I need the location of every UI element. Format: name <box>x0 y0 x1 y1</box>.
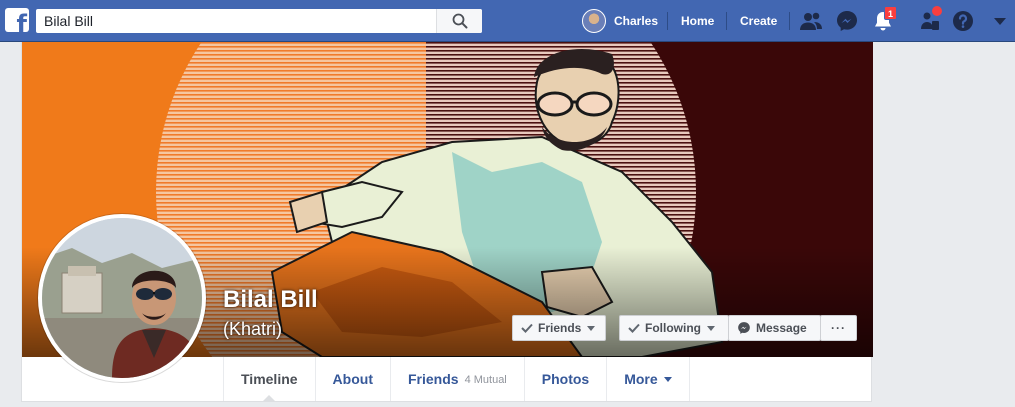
tab-photos[interactable]: Photos <box>525 357 608 401</box>
friends-button-label: Friends <box>538 321 582 335</box>
tab-more[interactable]: More <box>607 357 690 401</box>
nav-home-link[interactable]: Home <box>681 14 714 28</box>
nav-user-name: Charles <box>614 14 659 28</box>
profile-header-card: Bilal Bill (Khatri) Friends Following Me… <box>21 42 873 402</box>
tab-timeline-label: Timeline <box>241 371 298 387</box>
message-button[interactable]: Message <box>728 315 821 341</box>
following-button[interactable]: Following <box>619 315 729 341</box>
check-icon <box>628 323 640 333</box>
friend-requests-icon[interactable] <box>799 9 823 33</box>
avatar <box>582 9 606 33</box>
notifications-badge: 1 <box>884 6 897 20</box>
search-input[interactable] <box>36 9 436 33</box>
profile-tabs: Timeline About Friends 4 Mutual Photos M… <box>223 357 690 402</box>
search-box <box>36 9 482 33</box>
messenger-icon[interactable] <box>835 9 859 33</box>
profile-name: Bilal Bill <box>223 286 318 313</box>
caret-down-icon <box>707 325 715 331</box>
profile-alternate-name: (Khatri) <box>223 319 283 339</box>
check-icon <box>521 323 533 333</box>
nav-profile-link[interactable]: Charles <box>582 8 658 34</box>
friends-button[interactable]: Friends <box>512 315 606 341</box>
tab-friends-label: Friends <box>407 371 459 387</box>
message-button-label: Message <box>756 321 807 335</box>
profile-picture[interactable] <box>38 214 206 382</box>
top-navigation-bar: f Charles Home Create 1 <box>0 0 1015 42</box>
following-button-label: Following <box>645 321 701 335</box>
profile-photo <box>42 218 202 378</box>
tab-more-label: More <box>624 371 658 387</box>
tab-photos-label: Photos <box>541 371 590 387</box>
caret-down-icon[interactable] <box>988 9 1012 33</box>
search-button[interactable] <box>436 9 482 33</box>
facebook-logo-icon[interactable]: f <box>5 8 29 32</box>
nav-divider <box>726 12 727 30</box>
messenger-small-icon <box>738 322 750 334</box>
quick-help-dot <box>932 6 942 16</box>
nav-create-link[interactable]: Create <box>740 14 777 28</box>
tab-about-label: About <box>332 371 373 387</box>
tab-friends[interactable]: Friends 4 Mutual <box>391 357 525 401</box>
mutual-friends-count: 4 Mutual <box>464 374 507 386</box>
tab-about[interactable]: About <box>316 357 391 401</box>
caret-down-icon <box>663 376 672 382</box>
more-options-label: ··· <box>831 321 846 335</box>
nav-divider <box>789 12 790 30</box>
tab-timeline[interactable]: Timeline <box>224 357 316 402</box>
help-icon[interactable] <box>951 9 975 33</box>
search-icon <box>452 13 468 29</box>
nav-divider <box>667 12 668 30</box>
more-options-button[interactable]: ··· <box>820 315 857 341</box>
caret-down-icon <box>587 325 596 331</box>
